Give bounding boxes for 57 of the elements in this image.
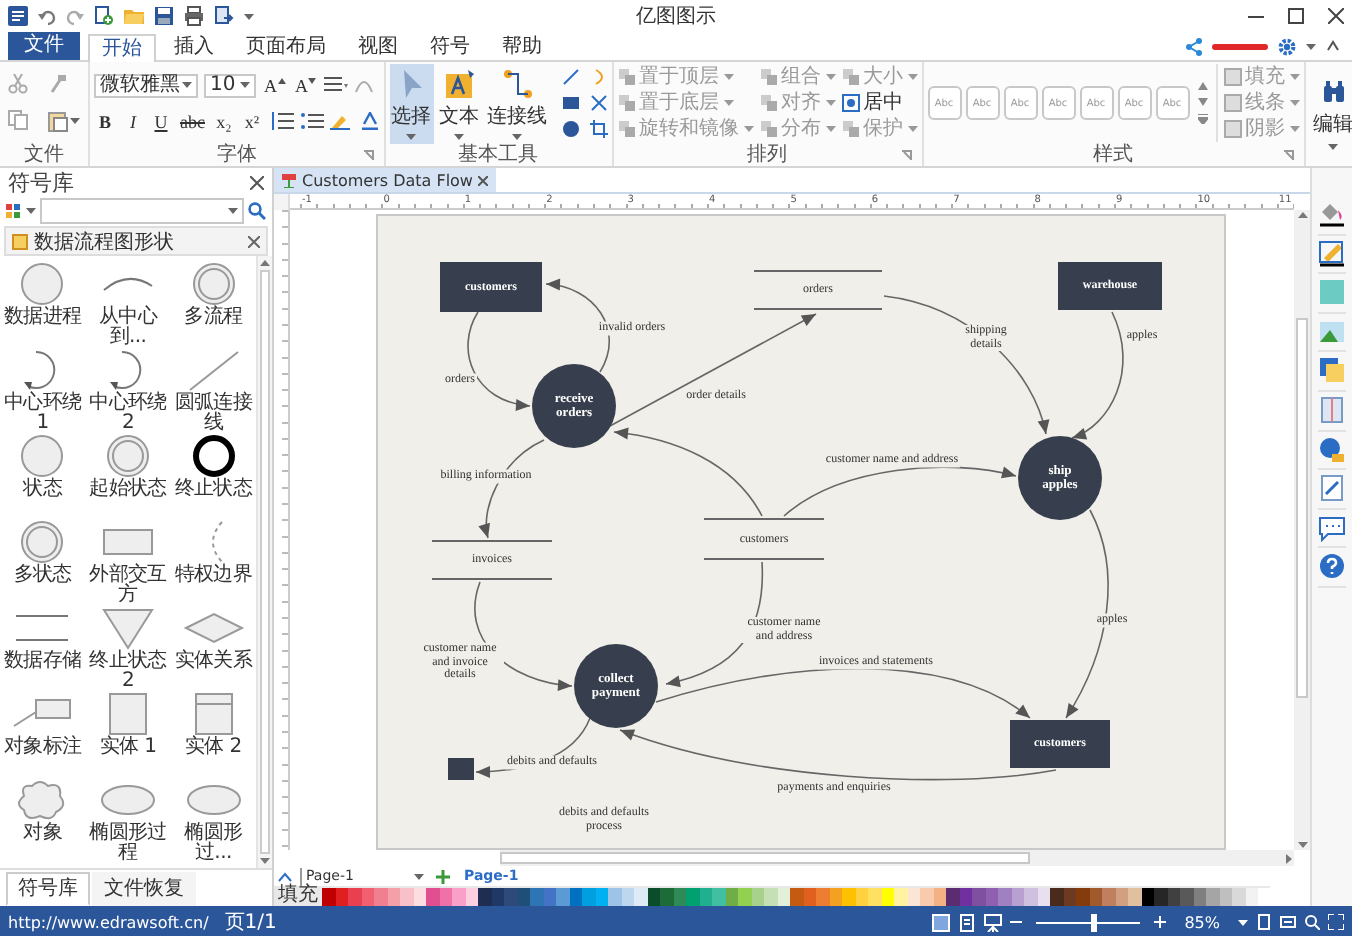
format-button[interactable]: abc [178,111,207,131]
shape-label: 从中心到... [96,308,160,348]
page-count: 页1/1 [224,910,277,936]
shrink-font-button[interactable]: A [293,75,318,95]
format-button[interactable]: U [150,111,172,131]
website-link[interactable]: http://www.edrawsoft.cn/ [8,913,209,931]
font-size-field[interactable]: 10 [204,73,256,97]
shape-label: 状态 [23,480,63,500]
group-label: 排列 [747,144,787,166]
panel-tab[interactable]: 符号库 [6,872,90,906]
ribbon-tab[interactable]: 符号 [416,32,484,60]
format-button[interactable]: x² [241,111,263,131]
shape-label: 对象 [23,824,63,844]
tool-button[interactable]: 选择 [389,63,433,143]
group-label: 基本工具 [458,144,538,166]
tool-button[interactable]: 文本 [437,63,481,143]
window-title: 亿图图示 [636,4,716,30]
shape-label: 数据存储 [3,652,82,672]
group-label: 样式 [1093,144,1133,166]
shape-label: 多流程 [184,308,243,328]
file-menu-button[interactable]: 文件 [8,32,80,60]
shape-label: 多状态 [13,566,72,586]
ribbon-tab[interactable]: 视图 [344,32,412,60]
shape-label: 中心环绕 1 [1,394,84,434]
arrange-button[interactable]: 居中 [841,90,917,116]
document-tab[interactable]: Customers Data Flow [274,168,497,192]
shape-label: 椭圆形过程 [87,824,169,864]
edit-button[interactable]: 编辑 [1309,79,1352,149]
shape-label: 外部交互方 [87,566,169,606]
format-button[interactable]: x₂ [213,111,235,131]
shape-label: 实体 2 [184,738,242,758]
ribbon-tab[interactable]: 开始 [88,34,156,62]
font-name-field[interactable]: 微软雅黑 [94,73,198,97]
shape-label: 椭圆形过... [182,824,245,864]
shape-label: 对象标注 [3,738,82,758]
shape-label: 数据进程 [3,308,82,328]
panel-title: 符号库 [8,167,74,197]
ribbon-tab[interactable]: 帮助 [488,32,556,60]
shape-label: 终止状态 [174,480,253,500]
panel-tab[interactable]: 文件恢复 [92,872,196,906]
grow-font-button[interactable]: A [262,75,287,95]
shape-label: 中心环绕 2 [87,394,169,434]
shape-label: 实体关系 [174,652,253,672]
shape-label: 起始状态 [89,480,167,500]
palette-label: 填充 [276,886,320,906]
shape-label: 特权边界 [174,566,253,586]
tool-button[interactable]: 连接线 [485,63,549,143]
format-button[interactable]: I [122,111,144,131]
shape-label: 圆弧连接线 [172,394,255,434]
group-label: 字体 [216,144,257,166]
ribbon-tab[interactable]: 插入 [160,32,228,60]
group-label: 文件 [24,144,64,166]
shape-label: 终止状态 2 [87,652,169,692]
ribbon-tab[interactable]: 页面布局 [232,32,340,60]
format-button[interactable]: B [94,111,116,131]
zoom-level: 85% [1184,913,1220,931]
shape-label: 实体 1 [99,738,157,758]
